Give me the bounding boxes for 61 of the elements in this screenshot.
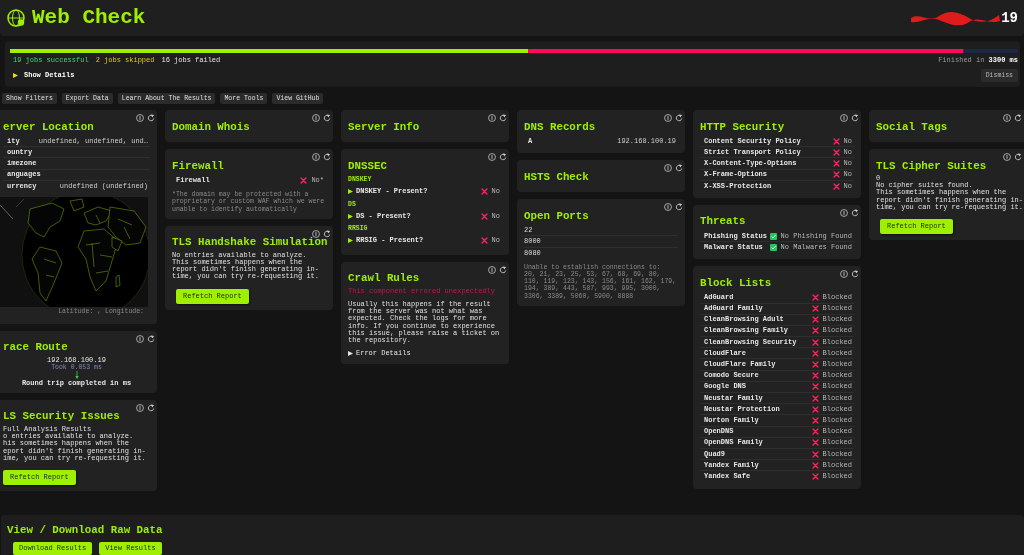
refresh-icon[interactable] bbox=[323, 114, 331, 122]
card-title: HSTS Check bbox=[524, 170, 590, 184]
refresh-icon[interactable] bbox=[147, 114, 155, 122]
caret-icon[interactable] bbox=[348, 189, 353, 195]
info-icon[interactable] bbox=[840, 208, 848, 217]
card-title: Block Lists bbox=[700, 276, 773, 290]
refresh-icon[interactable] bbox=[323, 153, 331, 161]
card-title: erver Location bbox=[3, 120, 95, 134]
down-arrow-icon bbox=[74, 370, 79, 379]
panel-title: View / Download Raw Data bbox=[7, 523, 164, 537]
refresh-icon[interactable] bbox=[147, 334, 155, 343]
refresh-icon[interactable] bbox=[675, 203, 683, 212]
info-icon[interactable] bbox=[312, 114, 320, 122]
refresh-icon[interactable] bbox=[499, 265, 507, 274]
card-title: LS Security Issues bbox=[3, 410, 121, 424]
caret-icon[interactable] bbox=[13, 73, 18, 78]
info-icon[interactable] bbox=[664, 164, 672, 173]
info-icon[interactable] bbox=[136, 114, 144, 122]
refresh-icon[interactable] bbox=[499, 114, 507, 122]
card-title: Open Ports bbox=[524, 209, 590, 223]
refresh-icon[interactable] bbox=[323, 229, 331, 238]
card-title: Domain Whois bbox=[172, 120, 251, 134]
refresh-icon[interactable] bbox=[1014, 153, 1022, 161]
card-title: HTTP Security bbox=[700, 120, 786, 134]
info-icon[interactable] bbox=[488, 265, 496, 274]
refresh-icon[interactable] bbox=[147, 403, 155, 412]
card-title: Server Info bbox=[348, 120, 421, 134]
card-title: TLS Handshake Simulation bbox=[172, 236, 326, 250]
card-title: DNS Records bbox=[524, 120, 597, 134]
card-title: Social Tags bbox=[876, 120, 949, 134]
info-icon[interactable] bbox=[136, 334, 144, 343]
info-icon[interactable] bbox=[1003, 153, 1011, 161]
info-icon[interactable] bbox=[312, 153, 320, 161]
refresh-icon[interactable] bbox=[675, 114, 683, 122]
refresh-icon[interactable] bbox=[851, 270, 859, 279]
caret-icon[interactable] bbox=[348, 238, 353, 244]
info-icon[interactable] bbox=[312, 229, 320, 238]
host-address: 19 bbox=[1001, 9, 1018, 27]
card-title: Threats bbox=[700, 215, 747, 229]
info-icon[interactable] bbox=[840, 270, 848, 279]
app-title: Web Check bbox=[32, 6, 146, 30]
info-icon[interactable] bbox=[136, 403, 144, 412]
card-title: Firewall bbox=[172, 159, 225, 173]
card-title: race Route bbox=[3, 341, 69, 355]
refresh-icon[interactable] bbox=[675, 164, 683, 173]
caret-icon[interactable] bbox=[348, 213, 353, 219]
refresh-icon[interactable] bbox=[499, 153, 507, 161]
refresh-icon[interactable] bbox=[1014, 114, 1022, 122]
info-icon[interactable] bbox=[840, 114, 848, 122]
info-icon[interactable] bbox=[488, 114, 496, 122]
card-title: DNSSEC bbox=[348, 159, 388, 173]
info-icon[interactable] bbox=[664, 203, 672, 212]
card-title: TLS Cipher Suites bbox=[876, 159, 988, 173]
refresh-icon[interactable] bbox=[851, 208, 859, 217]
info-icon[interactable] bbox=[1003, 114, 1011, 122]
info-icon[interactable] bbox=[488, 153, 496, 161]
refresh-icon[interactable] bbox=[851, 114, 859, 122]
card-title: Crawl Rules bbox=[348, 272, 421, 285]
info-icon[interactable] bbox=[664, 114, 672, 122]
caret-icon[interactable] bbox=[348, 351, 353, 357]
globe-icon[interactable] bbox=[6, 8, 26, 28]
